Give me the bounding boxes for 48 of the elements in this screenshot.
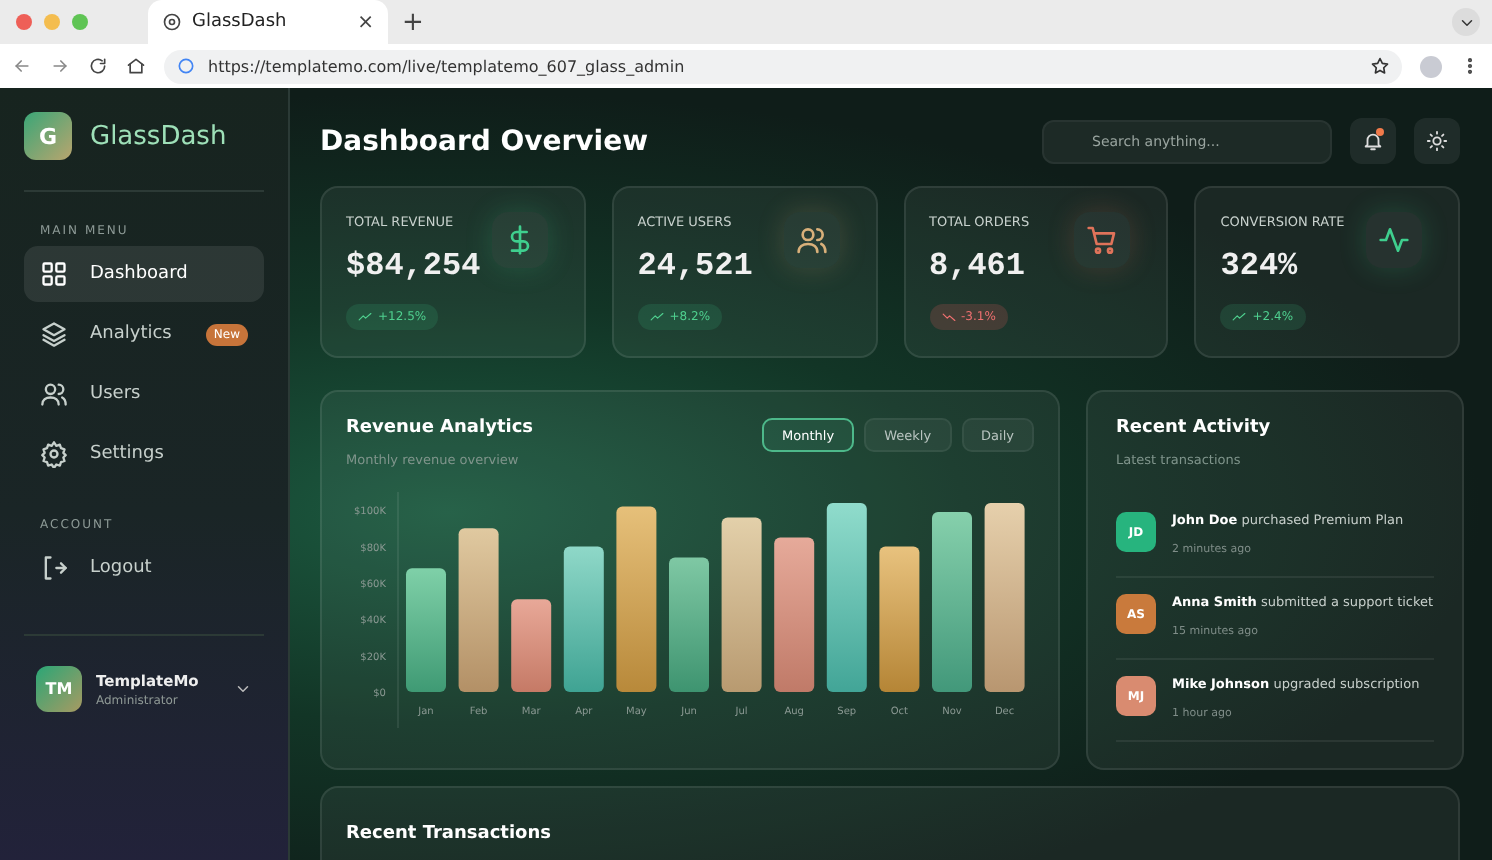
chevron-down-icon (234, 680, 252, 698)
sidebar-item[interactable]: Users (24, 366, 264, 422)
zoom-window-dot[interactable] (72, 14, 88, 30)
tab-list-button[interactable] (1452, 8, 1480, 36)
stat-value: 24,521 (637, 248, 755, 284)
revenue-bar (669, 557, 709, 692)
bell-icon (1362, 130, 1384, 152)
logout-icon (40, 554, 68, 582)
panel-title: Recent Transactions (346, 824, 551, 844)
users-icon (40, 380, 68, 408)
close-window-dot[interactable] (16, 14, 32, 30)
forward-arrow-icon (50, 56, 70, 76)
trend-up-icon (649, 310, 664, 324)
sidebar-item[interactable]: Logout (24, 540, 264, 596)
globe-icon (162, 12, 182, 32)
star-icon (1370, 56, 1390, 76)
trend-down-icon (941, 310, 955, 324)
page-title: Dashboard Overview (320, 125, 651, 157)
panel-title: Revenue Analytics (346, 418, 536, 438)
layers-icon (40, 320, 68, 348)
stat-value: 8,461 (929, 248, 1028, 284)
revenue-bar (511, 599, 552, 692)
back-arrow-icon (12, 56, 32, 76)
address-bar[interactable]: https://templatemo.com/live/templatemo_607_glass_admin (164, 49, 1402, 83)
stat-value: 324% (1220, 248, 1300, 284)
minimize-window-dot[interactable] (44, 14, 60, 30)
sidebar-item[interactable]: Dashboard (24, 246, 264, 302)
grid-icon (40, 260, 68, 288)
user-avatar: TM (36, 666, 82, 712)
brand-name: GlassDash (90, 121, 227, 151)
trend-up-icon (1232, 310, 1247, 324)
panel-title: Recent Activity (1116, 418, 1273, 438)
trend-up-icon (358, 310, 372, 324)
profile-avatar[interactable] (1420, 55, 1442, 77)
notification-button[interactable] (1350, 118, 1396, 164)
search-engine-icon (176, 56, 196, 76)
revenue-bar (406, 568, 446, 692)
theme-toggle-button[interactable] (1414, 118, 1460, 164)
settings-icon (40, 440, 68, 468)
reload-icon (88, 56, 108, 76)
sidebar-item[interactable]: Settings (24, 426, 264, 482)
sun-icon (1426, 130, 1448, 152)
stat-value: $84,254 (346, 248, 483, 284)
close-tab-button[interactable]: × (357, 11, 374, 33)
new-tab-button[interactable]: + (402, 7, 424, 37)
logo-mark: G (24, 112, 72, 160)
browser-tab[interactable]: GlassDash × (148, 0, 388, 44)
home-icon (126, 56, 146, 76)
